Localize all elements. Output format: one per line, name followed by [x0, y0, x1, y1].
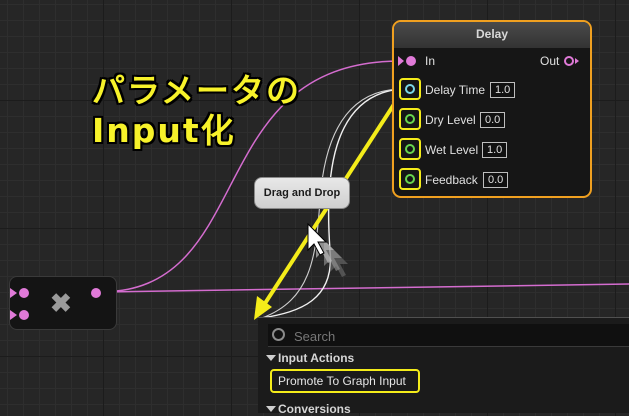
dry-level-pin-icon: [405, 114, 415, 124]
dry-level-label: Dry Level: [425, 113, 476, 127]
drag-drop-tooltip: Drag and Drop: [254, 177, 350, 209]
wet-level-value[interactable]: 1.0: [482, 142, 508, 158]
delay-node[interactable]: Delay In Out Delay Time 1.0 Dry Level 0.…: [392, 20, 592, 198]
menu-search-bar: [268, 324, 629, 347]
feedback-label: Feedback: [425, 173, 478, 187]
multiply-in-pin-1: [19, 288, 29, 298]
delay-time-label: Delay Time: [425, 83, 486, 97]
search-icon: [272, 328, 285, 341]
chevron-down-icon[interactable]: [266, 355, 276, 361]
wet-level-pin-icon: [405, 144, 415, 154]
feedback-value[interactable]: 0.0: [483, 172, 509, 188]
multiply-icon: ✖: [50, 288, 72, 318]
promote-to-graph-input-item[interactable]: Promote To Graph Input: [270, 369, 420, 393]
delay-out-arrow: [575, 58, 579, 64]
wet-level-label: Wet Level: [425, 143, 479, 157]
dry-level-value[interactable]: 0.0: [480, 112, 506, 128]
delay-io-pins: [398, 56, 579, 66]
feedback-pin[interactable]: [399, 168, 421, 190]
delay-out-label: Out: [540, 54, 560, 68]
mouse-cursor-icon: [307, 222, 348, 277]
chevron-down-icon[interactable]: [266, 406, 276, 412]
delay-out-pin: [564, 56, 574, 66]
multiply-in-pin-1-arrow: [10, 288, 17, 298]
delay-time-pin-icon: [405, 84, 415, 94]
wet-level-pin[interactable]: [399, 138, 421, 160]
multiply-node[interactable]: ✖: [9, 276, 117, 330]
node-context-menu: Input Actions Promote To Graph Input Con…: [258, 317, 629, 416]
feedback-pin-icon: [405, 174, 415, 184]
delay-in-arrow: [398, 56, 404, 66]
annotation-title-line2: Input化: [92, 111, 236, 150]
search-input[interactable]: [292, 326, 626, 346]
audio-wire-right: [99, 283, 629, 293]
multiply-in-pin-2: [19, 310, 29, 320]
delay-in-label: In: [425, 54, 436, 68]
delay-time-pin[interactable]: [399, 78, 421, 100]
delay-in-pin: [406, 56, 416, 66]
delay-time-value[interactable]: 1.0: [490, 82, 516, 98]
multiply-out-pin: [91, 288, 101, 298]
category-conversions[interactable]: Conversions: [278, 402, 351, 416]
category-input-actions[interactable]: Input Actions: [278, 351, 354, 365]
dry-level-pin[interactable]: [399, 108, 421, 130]
multiply-in-pin-2-arrow: [10, 310, 17, 320]
